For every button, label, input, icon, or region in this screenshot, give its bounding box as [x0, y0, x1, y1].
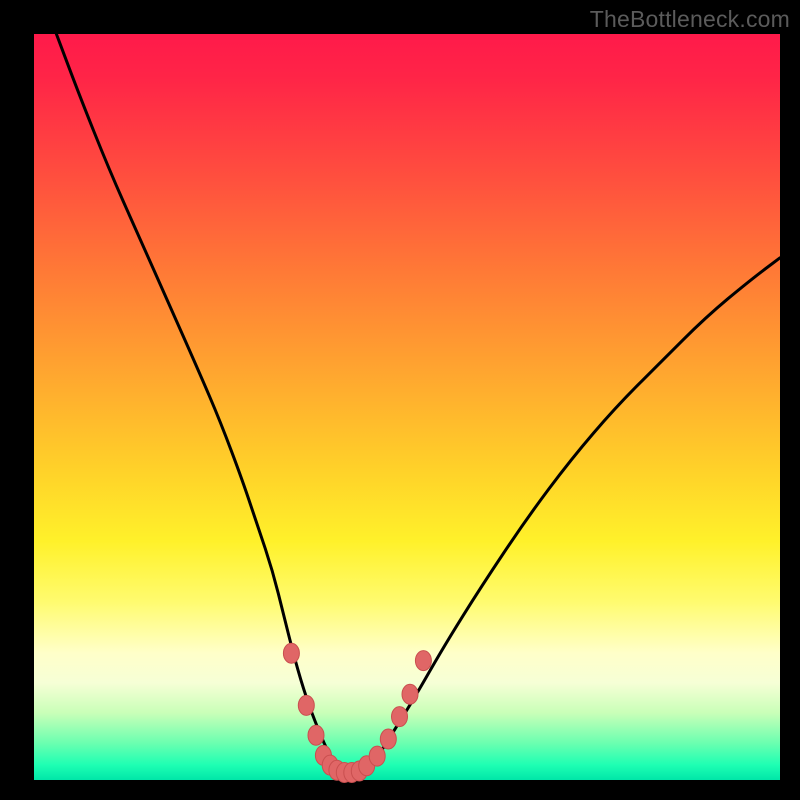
curve-dots — [283, 643, 431, 782]
bottleneck-curve-svg — [34, 34, 780, 780]
curve-dot — [369, 746, 385, 766]
plot-area — [34, 34, 780, 780]
watermark-text: TheBottleneck.com — [590, 6, 790, 33]
curve-dot — [415, 651, 431, 671]
curve-dot — [308, 725, 324, 745]
curve-dot — [380, 729, 396, 749]
curve-dot — [392, 707, 408, 727]
curve-dot — [402, 684, 418, 704]
chart-frame: TheBottleneck.com — [0, 0, 800, 800]
curve-dot — [283, 643, 299, 663]
curve-dot — [298, 695, 314, 715]
